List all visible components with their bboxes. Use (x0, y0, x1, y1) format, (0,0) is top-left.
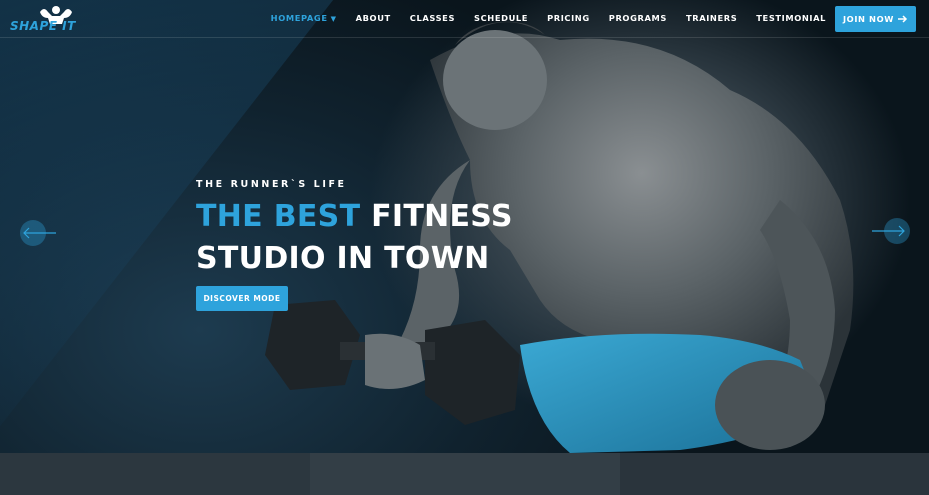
feature-strip (0, 453, 929, 495)
nav-item-homepage[interactable]: HOMEPAGE ▼ (271, 13, 337, 23)
nav-item-trainers[interactable]: TRAINERS (686, 13, 737, 23)
top-navigation: SHAPE IT HOMEPAGE ▼ ABOUT CLASSES SCHEDUL… (0, 0, 929, 38)
main-menu: HOMEPAGE ▼ ABOUT CLASSES SCHEDULE PRICING… (252, 13, 826, 23)
hero-slider: SHAPE IT HOMEPAGE ▼ ABOUT CLASSES SCHEDUL… (0, 0, 929, 453)
nav-item-about[interactable]: ABOUT (356, 13, 391, 23)
join-now-button[interactable]: JOIN NOW (835, 6, 916, 32)
discover-more-button[interactable]: DISCOVER MODE (196, 286, 288, 311)
slider-next-button[interactable] (872, 218, 910, 244)
logo-text: SHAPE IT (10, 19, 76, 33)
nav-item-classes[interactable]: CLASSES (410, 13, 455, 23)
nav-item-schedule[interactable]: SCHEDULE (474, 13, 528, 23)
join-now-label: JOIN NOW (842, 14, 894, 24)
nav-item-pricing[interactable]: PRICING (547, 13, 590, 23)
nav-item-label: HOMEPAGE (270, 13, 328, 23)
brand-logo[interactable]: SHAPE IT (10, 4, 90, 34)
caret-down-icon: ▼ (330, 15, 337, 23)
headline-rest-1: FITNESS (360, 199, 513, 234)
feature-block (620, 453, 929, 495)
slider-prev-button[interactable] (20, 220, 56, 246)
hero-eyebrow: THE RUNNER`S LIFE (196, 179, 347, 190)
headline-accent: THE BEST (196, 199, 361, 234)
hero-headline: THE BEST FITNESS STUDIO IN TOWN (196, 196, 516, 280)
feature-block (0, 453, 310, 495)
headline-rest-2: STUDIO IN TOWN (196, 241, 490, 276)
nav-item-testimonial[interactable]: TESTIMONIAL (756, 13, 826, 23)
feature-block (310, 453, 620, 495)
arrow-left-icon (23, 227, 56, 239)
arrow-right-icon (898, 15, 908, 23)
nav-item-programs[interactable]: PROGRAMS (609, 13, 667, 23)
arrow-right-icon (872, 225, 905, 237)
